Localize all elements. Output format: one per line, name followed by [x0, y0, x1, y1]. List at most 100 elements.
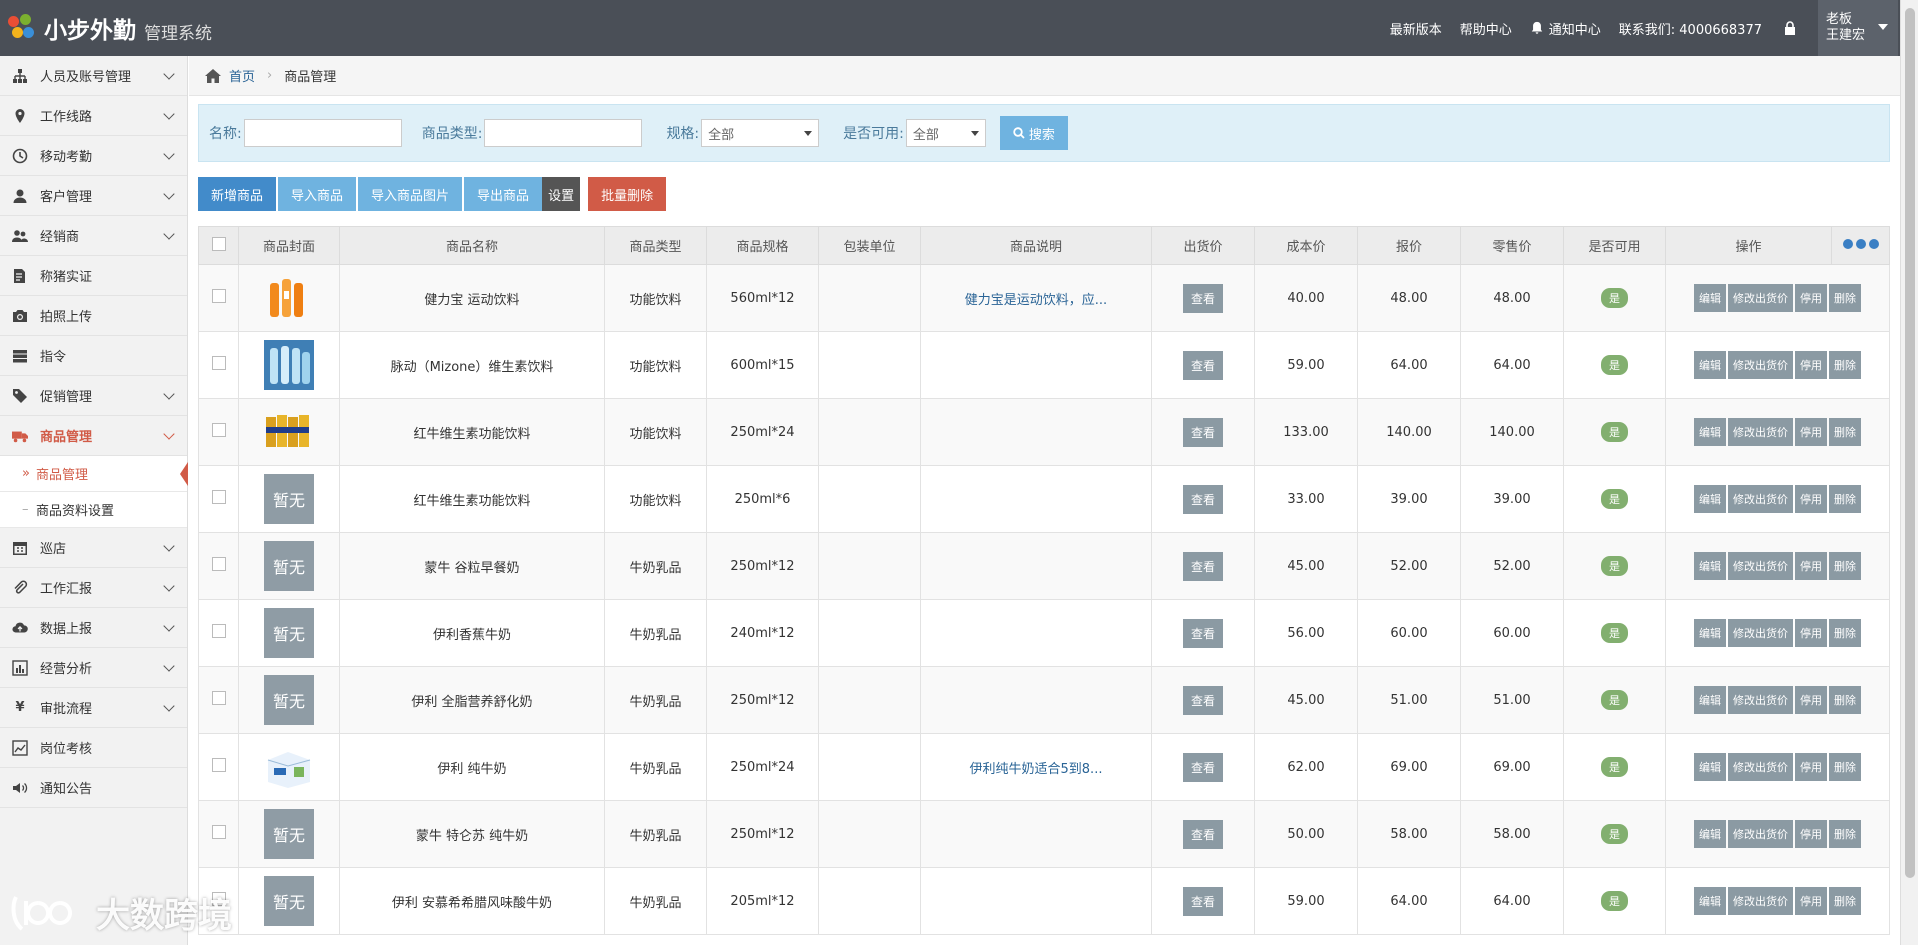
edit-shipping-price-button[interactable]: 修改出货价 [1728, 820, 1793, 848]
sidebar-item-weigh[interactable]: 称猪实证 [0, 256, 187, 296]
edit-shipping-price-button[interactable]: 修改出货价 [1728, 418, 1793, 446]
edit-button[interactable]: 编辑 [1694, 820, 1726, 848]
sidebar-item-analysis[interactable]: 经营分析 [0, 648, 187, 688]
delete-button[interactable]: 删除 [1829, 552, 1861, 580]
edit-shipping-price-button[interactable]: 修改出货价 [1728, 753, 1793, 781]
delete-button[interactable]: 删除 [1829, 418, 1861, 446]
product-desc-link[interactable]: 健力宝是运动饮料，应... [965, 293, 1107, 308]
sidebar-item-approval[interactable]: ¥ 审批流程 [0, 688, 187, 728]
row-checkbox[interactable] [211, 825, 226, 839]
delete-button[interactable]: 删除 [1829, 284, 1861, 312]
sidebar-item-staff[interactable]: 人员及账号管理 [0, 56, 187, 96]
disable-button[interactable]: 停用 [1795, 418, 1827, 446]
edit-button[interactable]: 编辑 [1694, 284, 1726, 312]
sidebar-item-photo[interactable]: 拍照上传 [0, 296, 187, 336]
product-cover-image[interactable] [264, 407, 314, 457]
row-checkbox[interactable] [211, 356, 226, 370]
delete-button[interactable]: 删除 [1829, 820, 1861, 848]
view-shipping-price-button[interactable]: 查看 [1182, 551, 1223, 581]
edit-button[interactable]: 编辑 [1694, 686, 1726, 714]
edit-button[interactable]: 编辑 [1694, 619, 1726, 647]
latest-version-link[interactable]: 最新版本 [1390, 19, 1442, 38]
disable-button[interactable]: 停用 [1795, 284, 1827, 312]
breadcrumb-home[interactable]: 首页 [229, 66, 255, 85]
delete-button[interactable]: 删除 [1829, 753, 1861, 781]
edit-button[interactable]: 编辑 [1694, 887, 1726, 915]
edit-shipping-price-button[interactable]: 修改出货价 [1728, 284, 1793, 312]
product-cover-image[interactable] [264, 273, 314, 323]
disable-button[interactable]: 停用 [1795, 753, 1827, 781]
sidebar-item-assessment[interactable]: 岗位考核 [0, 728, 187, 768]
sidebar-item-command[interactable]: 指令 [0, 336, 187, 376]
edit-button[interactable]: 编辑 [1694, 485, 1726, 513]
view-shipping-price-button[interactable]: 查看 [1182, 886, 1223, 916]
select-all-checkbox[interactable] [211, 236, 226, 251]
edit-shipping-price-button[interactable]: 修改出货价 [1728, 887, 1793, 915]
edit-shipping-price-button[interactable]: 修改出货价 [1728, 552, 1793, 580]
export-settings-button[interactable]: 设置 [542, 177, 581, 211]
row-checkbox[interactable] [211, 289, 226, 303]
disable-button[interactable]: 停用 [1795, 351, 1827, 379]
view-shipping-price-button[interactable]: 查看 [1182, 350, 1223, 380]
disable-button[interactable]: 停用 [1795, 552, 1827, 580]
view-shipping-price-button[interactable]: 查看 [1182, 752, 1223, 782]
sidebar-item-attendance[interactable]: 移动考勤 [0, 136, 187, 176]
export-product-button[interactable]: 导出商品 [464, 177, 543, 211]
row-checkbox[interactable] [211, 423, 226, 437]
user-menu[interactable]: 老板 王建宏 [1818, 0, 1898, 56]
sidebar-item-data-upload[interactable]: 数据上报 [0, 608, 187, 648]
view-shipping-price-button[interactable]: 查看 [1182, 417, 1223, 447]
sidebar-item-products[interactable]: 商品管理 [0, 416, 187, 456]
edit-button[interactable]: 编辑 [1694, 753, 1726, 781]
more-dots-icon[interactable] [1842, 239, 1879, 249]
row-checkbox[interactable] [211, 624, 226, 638]
sidebar-item-route[interactable]: 工作线路 [0, 96, 187, 136]
contact-us-link[interactable]: 联系我们: 4000668377 [1619, 19, 1762, 38]
sidebar-item-store-visit[interactable]: 巡店 [0, 528, 187, 568]
sidebar-item-dealers[interactable]: 经销商 [0, 216, 187, 256]
sidebar-item-promotion[interactable]: 促销管理 [0, 376, 187, 416]
row-checkbox[interactable] [211, 557, 226, 571]
row-checkbox[interactable] [211, 758, 226, 772]
home-icon[interactable] [205, 68, 221, 83]
view-shipping-price-button[interactable]: 查看 [1182, 283, 1223, 313]
edit-shipping-price-button[interactable]: 修改出货价 [1728, 351, 1793, 379]
delete-button[interactable]: 删除 [1829, 351, 1861, 379]
import-image-button[interactable]: 导入商品图片 [358, 177, 463, 211]
row-checkbox[interactable] [211, 691, 226, 705]
disable-button[interactable]: 停用 [1795, 619, 1827, 647]
edit-button[interactable]: 编辑 [1694, 552, 1726, 580]
view-shipping-price-button[interactable]: 查看 [1182, 685, 1223, 715]
delete-button[interactable]: 删除 [1829, 887, 1861, 915]
add-product-button[interactable]: 新增商品 [198, 177, 277, 211]
product-cover-image[interactable] [264, 340, 314, 390]
delete-button[interactable]: 删除 [1829, 619, 1861, 647]
delete-button[interactable]: 删除 [1829, 686, 1861, 714]
sidebar-sub-product-settings[interactable]: – 商品资料设置 [0, 492, 187, 528]
search-button[interactable]: 搜索 [999, 116, 1068, 150]
type-input[interactable] [484, 119, 643, 147]
disable-button[interactable]: 停用 [1795, 686, 1827, 714]
delete-button[interactable]: 删除 [1829, 485, 1861, 513]
import-product-button[interactable]: 导入商品 [278, 177, 357, 211]
row-checkbox[interactable] [211, 490, 226, 504]
scrollbar-thumb[interactable] [1905, 8, 1915, 878]
spec-select[interactable]: 全部 [701, 119, 820, 147]
vertical-scrollbar[interactable] [1900, 0, 1918, 945]
name-input[interactable] [243, 119, 402, 147]
edit-shipping-price-button[interactable]: 修改出货价 [1728, 619, 1793, 647]
edit-shipping-price-button[interactable]: 修改出货价 [1728, 485, 1793, 513]
edit-shipping-price-button[interactable]: 修改出货价 [1728, 686, 1793, 714]
product-cover-image[interactable] [264, 742, 314, 792]
available-select[interactable]: 全部 [905, 119, 986, 147]
sidebar-item-report[interactable]: 工作汇报 [0, 568, 187, 608]
sidebar-sub-product-manage[interactable]: » 商品管理 [0, 456, 188, 492]
notify-center-link[interactable]: 通知中心 [1530, 19, 1601, 38]
view-shipping-price-button[interactable]: 查看 [1182, 484, 1223, 514]
view-shipping-price-button[interactable]: 查看 [1182, 618, 1223, 648]
product-desc-link[interactable]: 伊利纯牛奶适合5到8... [970, 762, 1103, 777]
app-logo[interactable]: 小步外勤 管理系统 [0, 11, 300, 45]
edit-button[interactable]: 编辑 [1694, 351, 1726, 379]
disable-button[interactable]: 停用 [1795, 887, 1827, 915]
help-center-link[interactable]: 帮助中心 [1460, 19, 1512, 38]
